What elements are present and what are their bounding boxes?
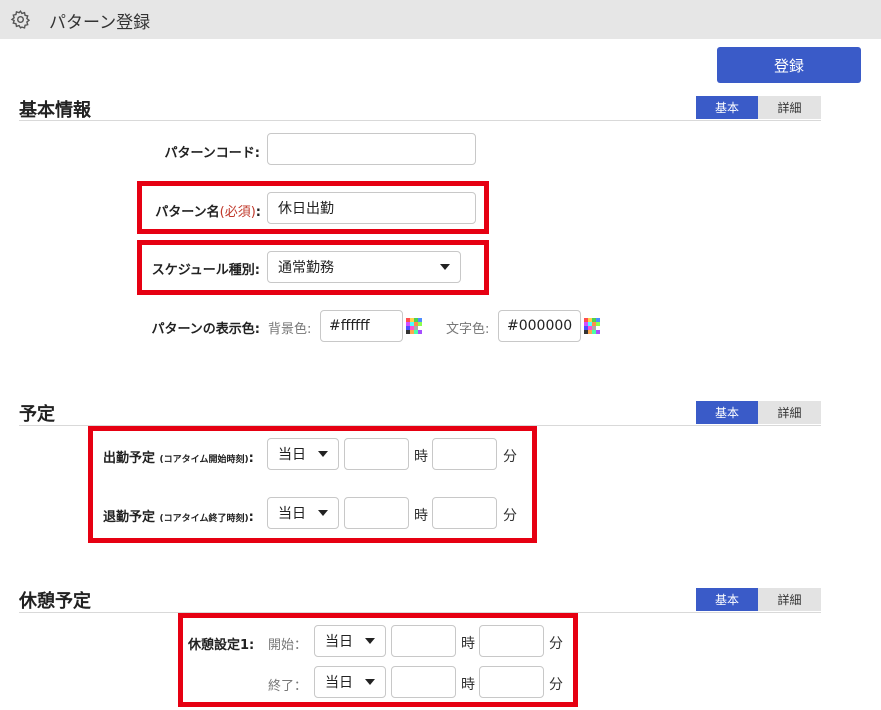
toggle-basic[interactable]: 基本 [696, 588, 758, 611]
hour-unit: 時 [461, 636, 475, 652]
minute-unit: 分 [503, 449, 517, 465]
minute-unit: 分 [549, 677, 563, 693]
gear-icon[interactable] [10, 9, 31, 30]
register-button[interactable]: 登録 [717, 47, 861, 83]
pattern-name-input[interactable]: 休日出勤 [267, 192, 476, 224]
end-minute-input[interactable] [432, 497, 497, 529]
minute-unit: 分 [503, 508, 517, 524]
pattern-name-colon: : [255, 205, 261, 220]
chevron-down-icon [440, 264, 450, 270]
required-marker: (必須) [219, 205, 256, 220]
toggle-basic[interactable]: 基本 [696, 401, 758, 424]
schedule-type-value: 通常勤務 [278, 260, 334, 276]
chevron-down-icon [365, 638, 375, 644]
toggle-detail[interactable]: 詳細 [758, 401, 821, 424]
divider [19, 120, 821, 121]
toggle-detail[interactable]: 詳細 [758, 96, 821, 119]
view-toggle-basic-info: 基本 詳細 [696, 96, 821, 119]
end-day-select[interactable]: 当日 [267, 497, 339, 529]
bg-color-input[interactable]: #ffffff [320, 310, 403, 342]
end-hour-input[interactable] [344, 497, 409, 529]
break-setting-label: 休憩設定1: [188, 638, 255, 653]
bg-color-label: 背景色: [268, 322, 312, 337]
break-end-day-value: 当日 [325, 675, 353, 691]
break-end-day-select[interactable]: 当日 [314, 666, 386, 698]
chevron-down-icon [365, 679, 375, 685]
start-hour-input[interactable] [344, 438, 409, 470]
break-end-minute-input[interactable] [479, 666, 544, 698]
break-start-hour-input[interactable] [391, 625, 456, 657]
toggle-basic[interactable]: 基本 [696, 96, 758, 119]
view-toggle-break: 基本 詳細 [696, 588, 821, 611]
start-schedule-label-text: 出勤予定 [103, 451, 156, 466]
start-schedule-colon: : [248, 451, 254, 466]
start-schedule-label: 出勤予定 (コアタイム開始時刻): [103, 447, 254, 466]
pattern-name-label: パターン名(必須): [145, 201, 261, 220]
pattern-name-label-text: パターン名 [155, 205, 220, 220]
end-schedule-note: (コアタイム終了時刻) [159, 514, 249, 524]
color-palette-icon[interactable] [584, 318, 600, 334]
start-minute-input[interactable] [432, 438, 497, 470]
break-start-day-value: 当日 [325, 634, 353, 650]
end-schedule-label-text: 退勤予定 [103, 510, 156, 525]
chevron-down-icon [318, 510, 328, 516]
break-start-label: 開始： [268, 638, 308, 653]
break-end-label: 終了： [268, 679, 308, 694]
text-color-label: 文字色: [446, 322, 490, 337]
pattern-code-input[interactable] [267, 133, 476, 165]
section-title-schedule: 予定 [19, 404, 55, 425]
schedule-type-label: スケジュール種別: [151, 263, 260, 278]
start-day-value: 当日 [278, 447, 306, 463]
break-start-minute-input[interactable] [479, 625, 544, 657]
schedule-type-select[interactable]: 通常勤務 [267, 251, 461, 283]
toggle-detail[interactable]: 詳細 [758, 588, 821, 611]
break-end-hour-input[interactable] [391, 666, 456, 698]
minute-unit: 分 [549, 636, 563, 652]
end-day-value: 当日 [278, 506, 306, 522]
end-schedule-colon: : [248, 510, 254, 525]
view-toggle-schedule: 基本 詳細 [696, 401, 821, 424]
end-schedule-label: 退勤予定 (コアタイム終了時刻): [103, 506, 254, 525]
hour-unit: 時 [414, 449, 428, 465]
text-color-input[interactable]: #000000 [498, 310, 581, 342]
break-start-day-select[interactable]: 当日 [314, 625, 386, 657]
hour-unit: 時 [414, 508, 428, 524]
start-schedule-note: (コアタイム開始時刻) [159, 455, 249, 465]
start-day-select[interactable]: 当日 [267, 438, 339, 470]
hour-unit: 時 [461, 677, 475, 693]
chevron-down-icon [318, 451, 328, 457]
section-title-basic-info: 基本情報 [19, 100, 91, 121]
pattern-code-label: パターンコード: [164, 146, 260, 161]
display-color-label: パターンの表示色: [151, 322, 260, 337]
section-title-break: 休憩予定 [19, 591, 91, 612]
page-title: パターン登録 [49, 13, 151, 33]
color-palette-icon[interactable] [406, 318, 422, 334]
